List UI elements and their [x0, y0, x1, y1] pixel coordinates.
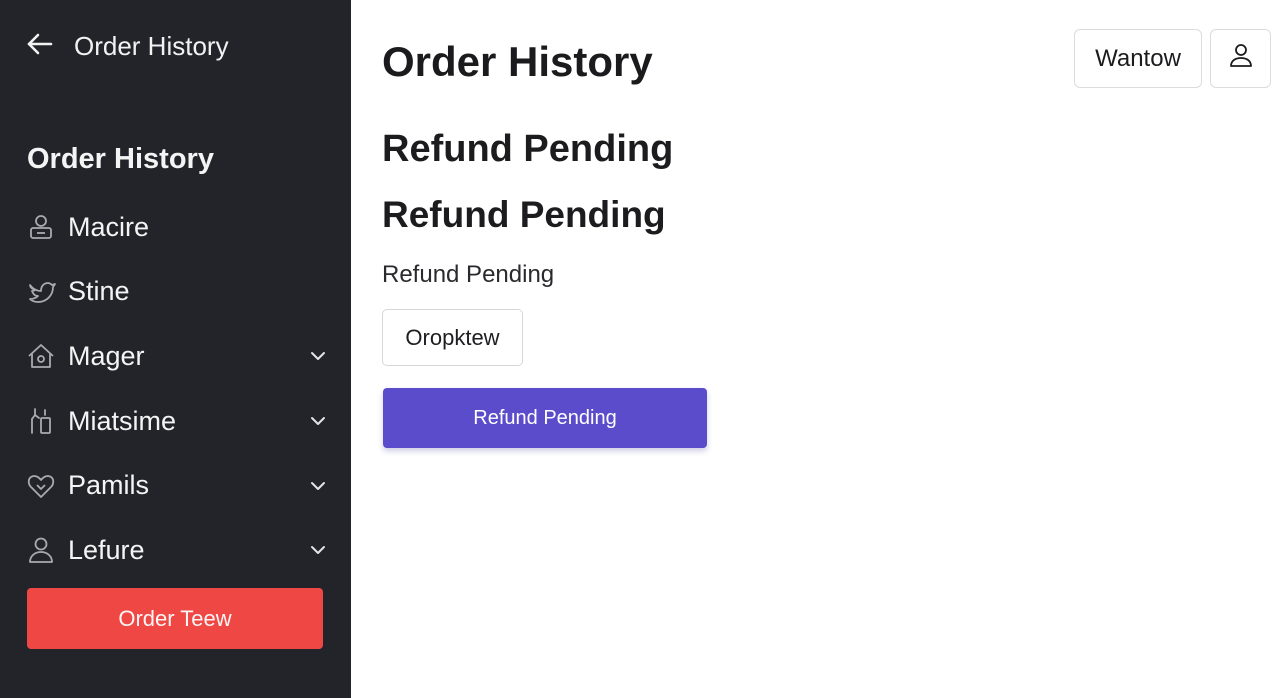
chevron-down-icon[interactable] — [307, 345, 329, 367]
back-link[interactable]: Order History — [24, 28, 229, 65]
sidebar-item-stine[interactable]: Stine — [24, 260, 329, 325]
chevron-down-icon[interactable] — [307, 539, 329, 561]
figure-icon — [24, 404, 58, 438]
page-title: Order History — [382, 38, 653, 85]
sidebar-nav: Macire Stine Mager Miatsime Pamils Lefur… — [24, 195, 329, 583]
sidebar-item-mager[interactable]: Mager — [24, 324, 329, 389]
bird-icon — [24, 275, 58, 309]
option-button[interactable]: Oropktew — [382, 309, 523, 366]
chevron-down-icon[interactable] — [307, 410, 329, 432]
sidebar: Order History Order History Macire Stine — [0, 0, 351, 698]
sidebar-item-label: Miatsime — [68, 405, 177, 436]
house-icon — [24, 339, 58, 373]
main-content: Order History Wantow Refund Pending Refu… — [351, 0, 1280, 698]
sidebar-item-label: Lefure — [68, 534, 145, 565]
section-subheading: Refund Pending — [382, 194, 666, 235]
sidebar-item-miatsime[interactable]: Miatsime — [24, 389, 329, 454]
user-icon — [1227, 41, 1255, 76]
sidebar-item-label: Pamils — [68, 470, 150, 501]
refund-pending-button[interactable]: Refund Pending — [383, 388, 707, 448]
sidebar-item-label: Stine — [68, 276, 130, 307]
back-link-label: Order History — [74, 31, 229, 61]
sidebar-item-macire[interactable]: Macire — [24, 195, 329, 260]
profile-button[interactable] — [1210, 29, 1271, 88]
sidebar-item-label: Macire — [68, 211, 150, 242]
sidebar-heading: Order History — [27, 143, 214, 175]
wantow-button[interactable]: Wantow — [1074, 29, 1202, 88]
section-heading: Refund Pending — [382, 128, 674, 170]
person-badge-icon — [24, 210, 58, 244]
heart-icon — [24, 469, 58, 503]
sidebar-item-label: Mager — [68, 340, 145, 371]
sidebar-item-lefure[interactable]: Lefure — [24, 518, 329, 583]
arrow-left-icon — [24, 28, 56, 65]
chevron-down-icon[interactable] — [307, 475, 329, 497]
order-button[interactable]: Order Teew — [27, 588, 323, 649]
status-text: Refund Pending — [382, 261, 555, 288]
sidebar-item-pamils[interactable]: Pamils — [24, 453, 329, 518]
user-icon — [24, 533, 58, 567]
